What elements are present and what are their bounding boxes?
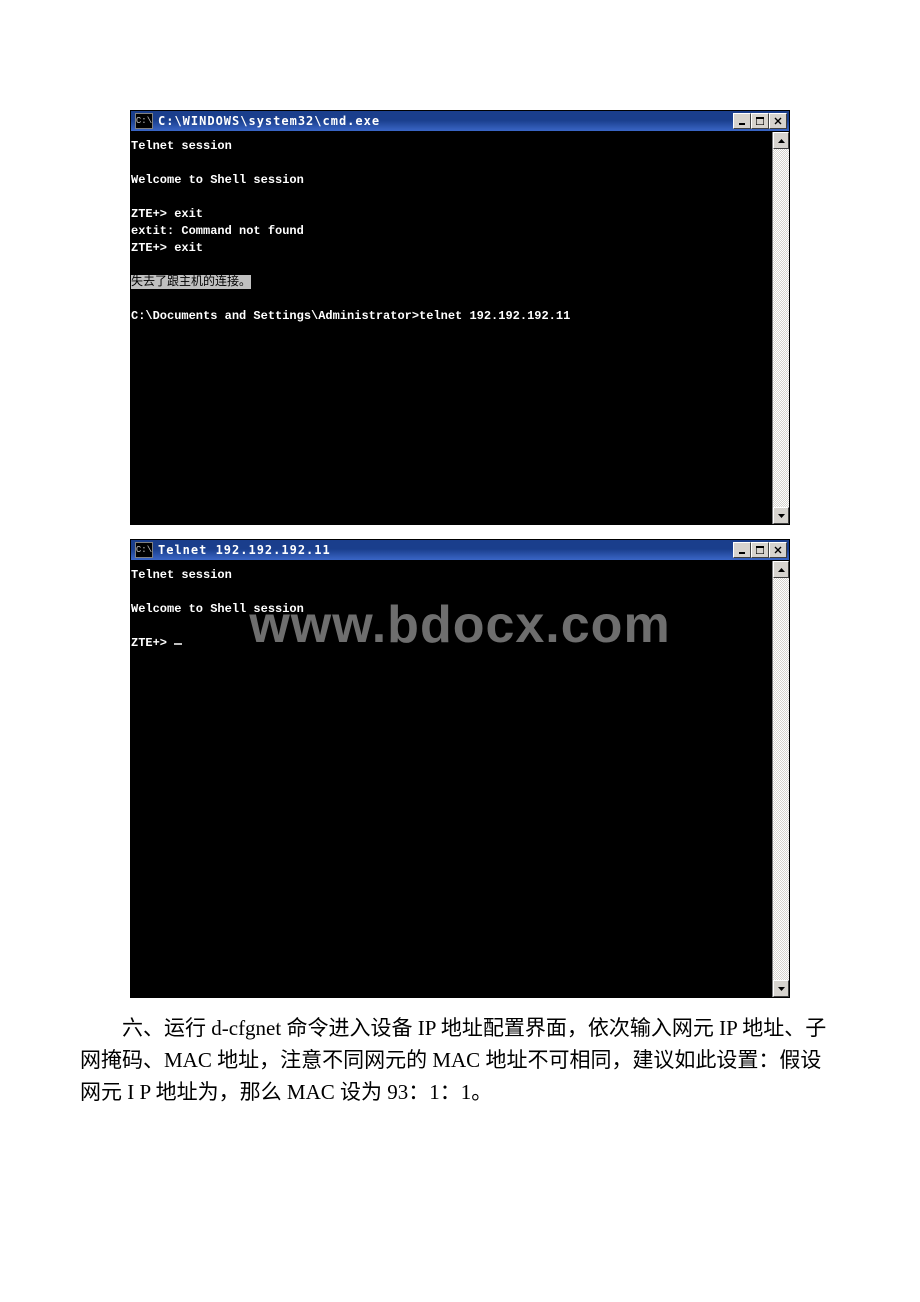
- screenshots-area: C:\ C:\WINDOWS\system32\cmd.exe Telnet s…: [130, 110, 790, 998]
- paragraph-1: 六、运行 d-cfgnet 命令进入设备 IP 地址配置界面，依次输入网元 IP…: [80, 1012, 840, 1108]
- line: C:\Documents and Settings\Administrator>…: [131, 309, 570, 323]
- titlebar[interactable]: C:\ Telnet 192.192.192.11: [131, 540, 789, 561]
- line: Telnet session: [131, 139, 232, 153]
- close-button[interactable]: [769, 113, 787, 129]
- line: ZTE+> exit: [131, 241, 203, 255]
- line: extit: Command not found: [131, 224, 304, 238]
- line: Telnet session: [131, 568, 232, 582]
- body-text: 六、运行 d-cfgnet 命令进入设备 IP 地址配置界面，依次输入网元 IP…: [80, 1012, 840, 1108]
- close-button[interactable]: [769, 542, 787, 558]
- prompt-line: ZTE+>: [131, 636, 174, 650]
- minimize-button[interactable]: [733, 113, 751, 129]
- cmd-window-2: www.bdocx.com C:\ Telnet 192.192.192.11: [130, 539, 790, 998]
- minimize-icon: [738, 546, 746, 554]
- terminal-output[interactable]: Telnet session Welcome to Shell session …: [131, 561, 772, 997]
- close-icon: [774, 117, 782, 125]
- terminal-wrap: Telnet session Welcome to Shell session …: [131, 132, 789, 524]
- window-controls: [733, 542, 787, 558]
- scrollbar[interactable]: [772, 132, 789, 524]
- arrow-up-icon: [778, 139, 785, 143]
- arrow-down-icon: [778, 514, 785, 518]
- scroll-up-button[interactable]: [773, 561, 789, 578]
- line: Welcome to Shell session: [131, 602, 304, 616]
- cmd-window-1: C:\ C:\WINDOWS\system32\cmd.exe Telnet s…: [130, 110, 790, 525]
- scroll-down-button[interactable]: [773, 980, 789, 997]
- titlebar[interactable]: C:\ C:\WINDOWS\system32\cmd.exe: [131, 111, 789, 132]
- maximize-button[interactable]: [751, 113, 769, 129]
- window-title: Telnet 192.192.192.11: [158, 543, 331, 557]
- minimize-icon: [738, 117, 746, 125]
- cmd-icon: C:\: [135, 113, 153, 129]
- scrollbar[interactable]: [772, 561, 789, 997]
- maximize-icon: [756, 117, 764, 125]
- line: ZTE+> exit: [131, 207, 203, 221]
- line: Welcome to Shell session: [131, 173, 304, 187]
- maximize-icon: [756, 546, 764, 554]
- scroll-track[interactable]: [773, 578, 789, 980]
- cmd-icon: C:\: [135, 542, 153, 558]
- cursor: [174, 643, 182, 645]
- scroll-down-button[interactable]: [773, 507, 789, 524]
- scroll-track[interactable]: [773, 149, 789, 507]
- highlighted-line: 失去了跟主机的连接。: [131, 275, 251, 289]
- close-icon: [774, 546, 782, 554]
- scroll-up-button[interactable]: [773, 132, 789, 149]
- arrow-up-icon: [778, 568, 785, 572]
- terminal-wrap: Telnet session Welcome to Shell session …: [131, 561, 789, 997]
- maximize-button[interactable]: [751, 542, 769, 558]
- minimize-button[interactable]: [733, 542, 751, 558]
- window-controls: [733, 113, 787, 129]
- terminal-output[interactable]: Telnet session Welcome to Shell session …: [131, 132, 772, 524]
- arrow-down-icon: [778, 987, 785, 991]
- window-title: C:\WINDOWS\system32\cmd.exe: [158, 114, 380, 128]
- document-page: C:\ C:\WINDOWS\system32\cmd.exe Telnet s…: [0, 0, 920, 1168]
